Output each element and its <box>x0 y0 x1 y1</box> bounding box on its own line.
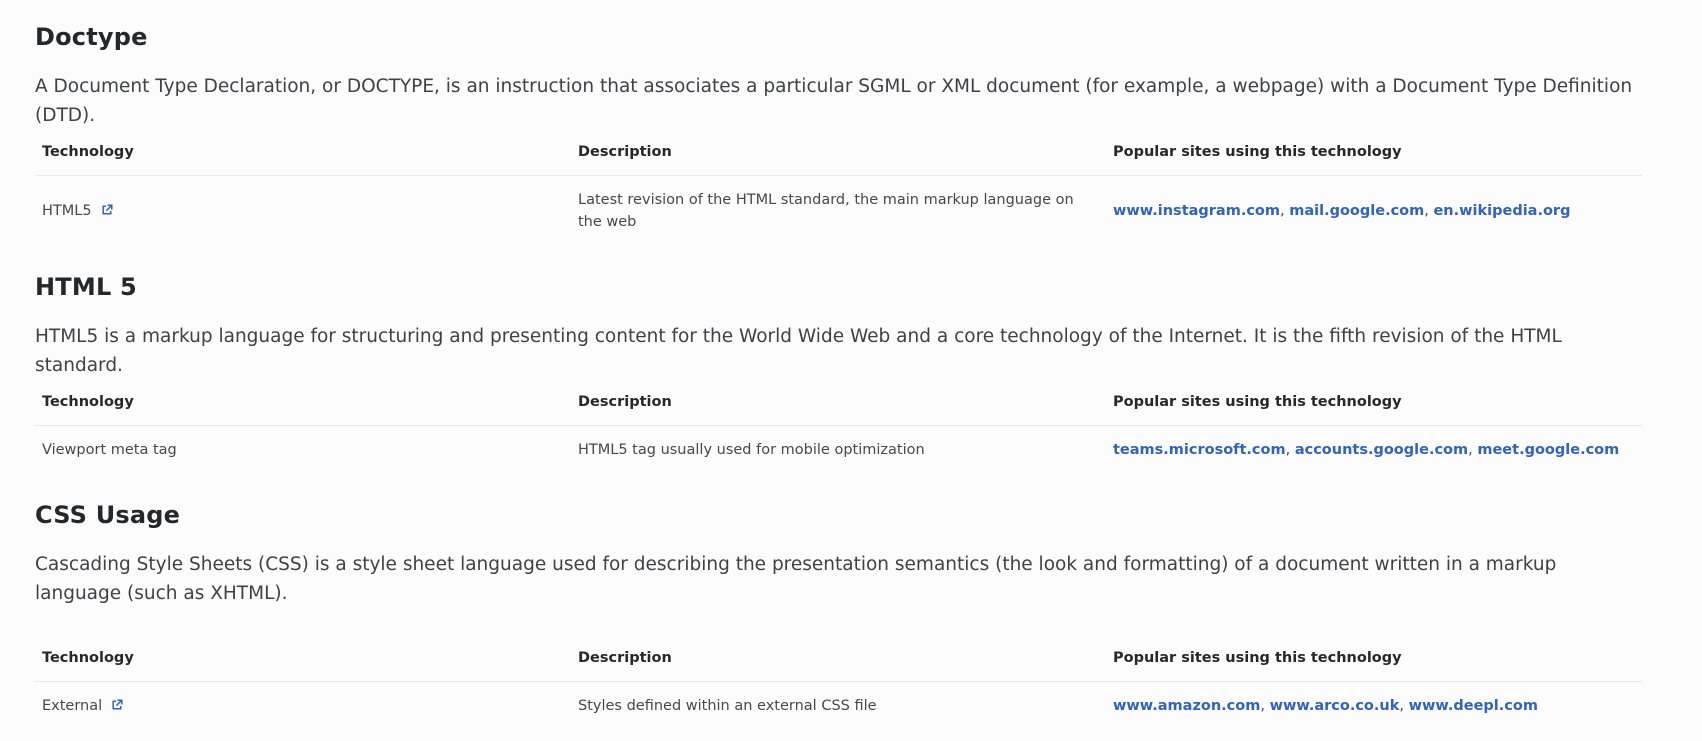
column-header-technology: Technology <box>35 379 571 426</box>
technology-cell: External <box>35 682 571 730</box>
sites-cell: www.amazon.com, www.arco.co.uk, www.deep… <box>1113 697 1538 714</box>
table-row: HTML5 Latest revision of the HTML standa… <box>35 176 1642 246</box>
section-title: HTML 5 <box>35 273 137 301</box>
technology-name: HTML5 <box>42 202 92 219</box>
technology-table: Technology Description Popular sites usi… <box>35 129 1642 246</box>
sites-cell: www.instagram.com, mail.google.com, en.w… <box>1113 202 1571 219</box>
table-row: External Styles defined within an extern… <box>35 682 1642 730</box>
section-description: A Document Type Declaration, or DOCTYPE,… <box>35 76 1633 126</box>
section-title: CSS Usage <box>35 501 181 529</box>
table-header-row: Technology Description Popular sites usi… <box>35 635 1642 682</box>
external-link-icon[interactable] <box>101 201 113 215</box>
section-doctype: Doctype A Document Type Declaration, or … <box>35 22 1642 230</box>
site-link[interactable]: accounts.google.com <box>1295 442 1468 458</box>
column-header-sites: Popular sites using this technology <box>1106 129 1642 176</box>
table-row: Viewport meta tag HTML5 tag usually used… <box>35 426 1642 474</box>
technology-table: Technology Description Popular sites usi… <box>35 635 1642 730</box>
section-css-usage: CSS Usage Cascading Style Sheets (CSS) i… <box>35 500 1642 714</box>
column-header-description: Description <box>571 129 1106 176</box>
column-header-technology: Technology <box>35 635 571 682</box>
site-link[interactable]: mail.google.com <box>1289 203 1424 219</box>
table-header-row: Technology Description Popular sites usi… <box>35 129 1642 176</box>
site-link[interactable]: www.amazon.com <box>1113 698 1260 714</box>
description-cell: Latest revision of the HTML standard, th… <box>578 191 1074 230</box>
external-link-icon[interactable] <box>111 696 123 710</box>
technology-name: External <box>42 697 103 714</box>
site-link[interactable]: www.arco.co.uk <box>1270 698 1400 714</box>
description-cell: Styles defined within an external CSS fi… <box>578 697 877 714</box>
site-link[interactable]: en.wikipedia.org <box>1433 203 1570 219</box>
technology-name: Viewport meta tag <box>42 441 177 458</box>
technology-table: Technology Description Popular sites usi… <box>35 379 1642 474</box>
site-link[interactable]: www.instagram.com <box>1113 203 1280 219</box>
table-header-row: Technology Description Popular sites usi… <box>35 379 1642 426</box>
section-title: Doctype <box>35 23 148 51</box>
column-header-technology: Technology <box>35 129 571 176</box>
column-header-sites: Popular sites using this technology <box>1106 379 1642 426</box>
page: Doctype A Document Type Declaration, or … <box>0 0 1702 741</box>
section-description: Cascading Style Sheets (CSS) is a style … <box>35 554 1557 604</box>
technology-cell: HTML5 <box>35 176 571 246</box>
site-link[interactable]: www.deepl.com <box>1409 698 1538 714</box>
column-header-sites: Popular sites using this technology <box>1106 635 1642 682</box>
technology-cell: Viewport meta tag <box>35 426 571 474</box>
column-header-description: Description <box>571 379 1106 426</box>
section-html5: HTML 5 HTML5 is a markup language for st… <box>35 272 1642 458</box>
column-header-description: Description <box>571 635 1106 682</box>
site-link[interactable]: meet.google.com <box>1477 442 1619 458</box>
section-description: HTML5 is a markup language for structuri… <box>35 326 1562 376</box>
site-link[interactable]: teams.microsoft.com <box>1113 442 1286 458</box>
sites-cell: teams.microsoft.com, accounts.google.com… <box>1113 441 1620 458</box>
description-cell: HTML5 tag usually used for mobile optimi… <box>578 441 925 458</box>
